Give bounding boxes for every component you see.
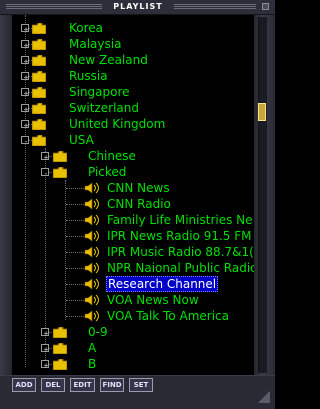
expand-icon[interactable]: + [21,56,29,66]
expand-icon[interactable]: + [21,104,29,114]
tree-item-label: 0-9 [88,325,108,339]
folder-icon [32,103,46,114]
tree-item-label: Switzerland [69,101,139,115]
stream-label: IPR Music Radio 88.7&1( [107,245,254,259]
tree-item-label: Korea [69,21,104,35]
folder-icon [32,119,46,130]
tree-item-label: Malaysia [69,37,122,51]
stream-label: NPR Naional Public Radio [107,261,254,275]
tree-connector [66,236,84,237]
resize-grip[interactable] [258,391,270,403]
stream-label: IPR News Radio 91.5 FM [107,229,252,243]
title-bar-grip-right [174,4,256,9]
title-bar[interactable]: PLAYLIST [0,0,275,15]
stream-label: Research Channel [106,276,219,292]
tree-connector [66,220,84,221]
tree-item-label: B [88,357,97,371]
speaker-icon [84,262,99,274]
tree-item-label: USA [69,133,94,147]
expand-icon[interactable]: + [21,120,29,130]
expand-icon[interactable]: + [41,360,49,370]
scrollbar-thumb[interactable] [258,103,266,121]
playlist-window: PLAYLIST + Korea + Malaysia + New Zealan… [0,0,275,409]
tree-item-label: Russia [69,69,108,83]
folder-open-icon [53,167,67,178]
expand-icon[interactable]: + [41,344,49,354]
playlist-tree[interactable]: + Korea + Malaysia + New Zealand + Russi… [12,15,254,375]
folder-open-icon [32,135,46,146]
collapse-icon[interactable]: - [41,168,49,178]
folder-icon [32,87,46,98]
stream-label: CNN News [107,181,170,195]
tree-connector [66,252,84,253]
left-frame [0,15,12,375]
speaker-icon [84,310,99,322]
expand-icon[interactable]: + [21,40,29,50]
delete-button[interactable]: DEL [41,378,65,392]
speaker-icon [84,278,99,290]
speaker-icon [84,246,99,258]
tree-guide-line [65,180,66,320]
speaker-icon [84,230,99,242]
expand-icon[interactable]: + [21,72,29,82]
folder-icon [53,327,67,338]
stream-label: Family Life Ministries Ne [107,213,253,227]
tree-guide-line [25,15,26,367]
tree-item-label: United Kingdom [69,117,166,131]
tree-connector [66,268,84,269]
folder-icon [32,55,46,66]
tree-connector [66,316,84,317]
tree-connector [66,300,84,301]
find-button[interactable]: FIND [100,378,124,392]
window-title: PLAYLIST [113,2,163,11]
add-button[interactable]: ADD [12,378,36,392]
expand-icon[interactable]: + [21,88,29,98]
close-icon[interactable] [262,3,269,10]
folder-icon [32,23,46,34]
tree-connector [66,204,84,205]
folder-icon [32,71,46,82]
tree-item-label: Picked [88,165,127,179]
tree-item-label: New Zealand [69,53,148,67]
expand-icon[interactable]: + [21,24,29,34]
collapse-icon[interactable]: - [21,136,29,146]
speaker-icon [84,198,99,210]
tree-item-label: Singapore [69,85,130,99]
scrollbar-track[interactable] [258,17,267,373]
expand-icon[interactable]: + [41,328,49,338]
speaker-icon [84,294,99,306]
folder-icon [53,359,67,370]
speaker-icon [84,214,99,226]
tree-connector [66,284,84,285]
tree-item-label: A [88,341,97,355]
folder-icon [53,343,67,354]
stream-label: CNN Radio [107,197,171,211]
folder-icon [32,39,46,50]
tree-item-label: Chinese [88,149,136,163]
edit-button[interactable]: EDIT [70,378,95,392]
set-button[interactable]: SET [129,378,153,392]
tree-connector [66,188,84,189]
folder-icon [53,151,67,162]
stream-label: VOA Talk To America [107,309,229,323]
stream-label: VOA News Now [107,293,199,307]
title-bar-grip-left [6,4,102,9]
expand-icon[interactable]: + [41,152,49,162]
speaker-icon [84,182,99,194]
